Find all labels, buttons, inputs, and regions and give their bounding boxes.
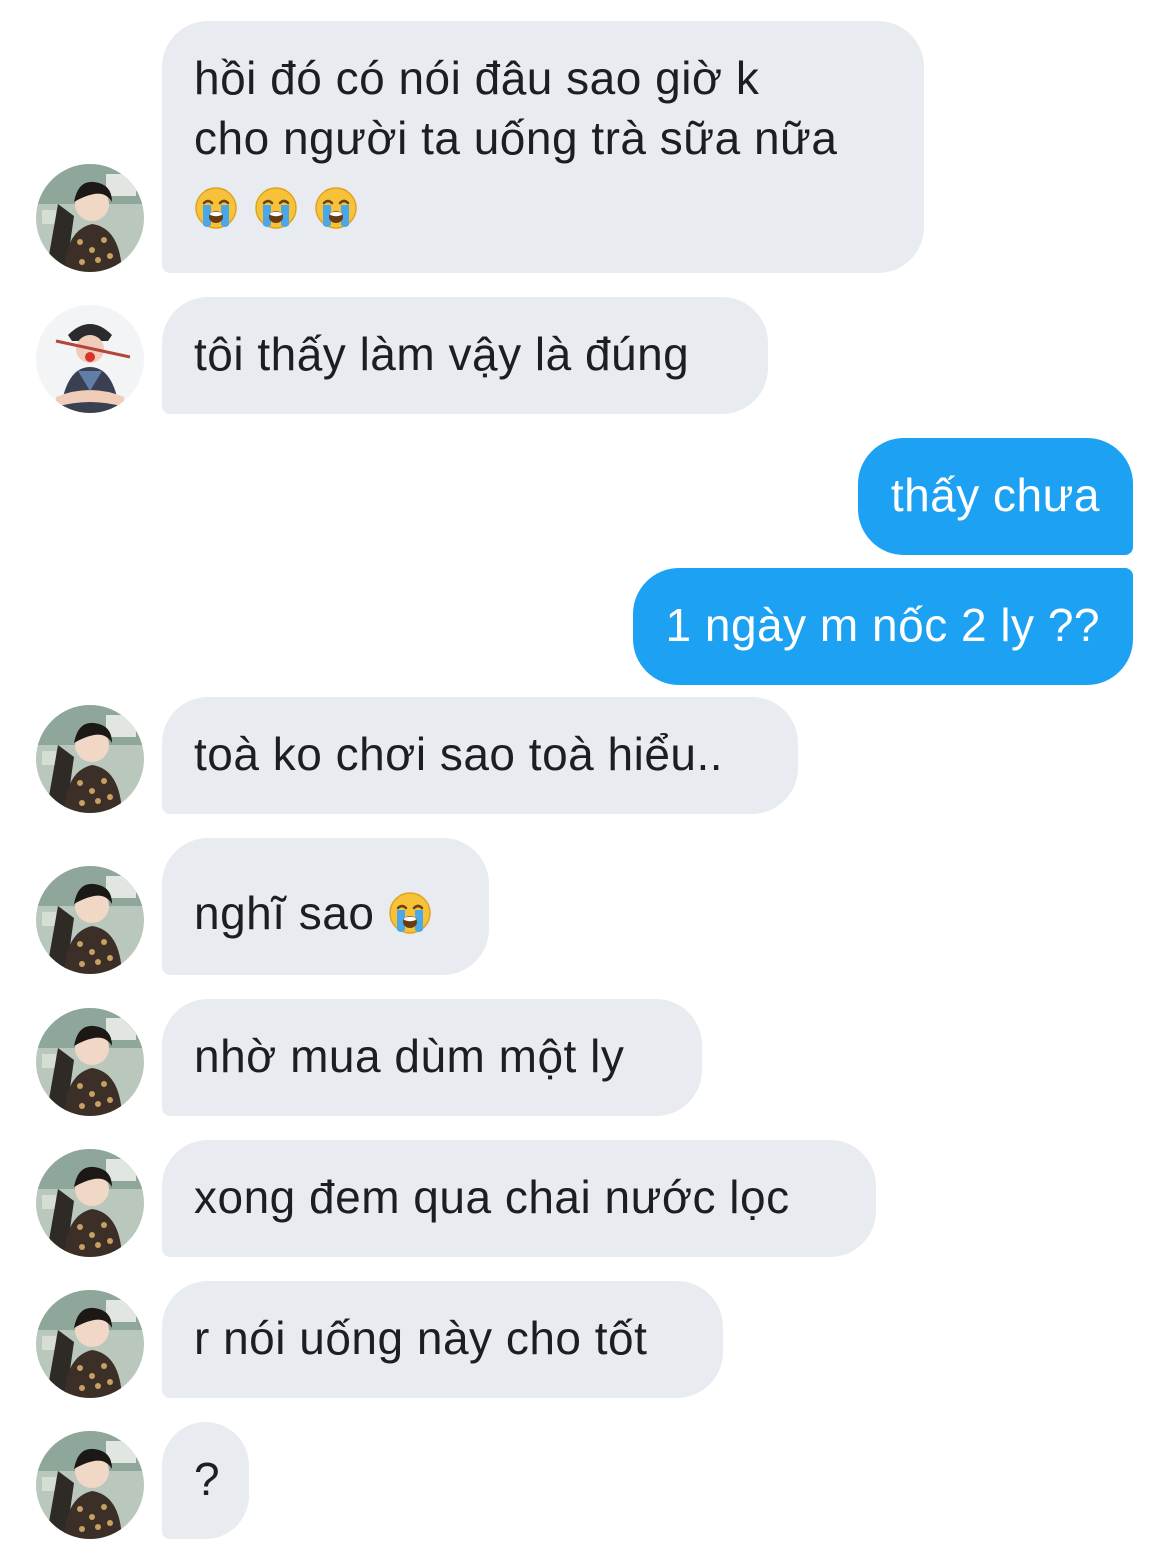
avatar-user-a[interactable]: [36, 1008, 144, 1116]
avatar-image: [36, 1431, 144, 1539]
message-bubble-outgoing[interactable]: 1 ngày m nốc 2 ly ??: [632, 568, 1133, 685]
message-text: 1 ngày m nốc 2 ly ??: [665, 599, 1100, 651]
loudly-crying-face-icon: [314, 186, 358, 230]
avatar-image: [36, 866, 144, 974]
avatar-image: [36, 164, 144, 272]
message-text: toà ko chơi sao toà hiểu..: [194, 728, 724, 780]
message-bubble-outgoing[interactable]: thấy chưa: [857, 438, 1133, 555]
message-text: ?: [194, 1453, 221, 1505]
message-text: xong đem qua chai nước lọc: [194, 1171, 790, 1223]
message-line: cho người ta uống trà sữa nữa: [194, 112, 838, 164]
message-line: hồi đó có nói đâu sao giờ k: [194, 52, 760, 104]
avatar-user-a[interactable]: [36, 164, 144, 272]
avatar-user-a[interactable]: [36, 1431, 144, 1539]
avatar-user-a[interactable]: [36, 705, 144, 813]
message-bubble-incoming[interactable]: ?: [162, 1422, 249, 1539]
message-text: tôi thấy làm vậy là đúng: [194, 328, 690, 380]
avatar-image: [36, 1290, 144, 1398]
avatar-user-a[interactable]: [36, 1290, 144, 1398]
message-bubble-incoming[interactable]: xong đem qua chai nước lọc: [162, 1140, 876, 1257]
avatar-image: [36, 1149, 144, 1257]
message-text: nhờ mua dùm một ly: [194, 1030, 625, 1082]
avatar-image: [36, 705, 144, 813]
message-text: thấy chưa: [890, 469, 1100, 521]
message-bubble-incoming[interactable]: nghĩ sao: [162, 838, 489, 975]
message-bubble-incoming[interactable]: tôi thấy làm vậy là đúng: [162, 297, 768, 414]
message-text: nghĩ sao: [194, 887, 375, 939]
emoji-row: [194, 178, 892, 238]
avatar-user-a[interactable]: [36, 866, 144, 974]
message-bubble-incoming[interactable]: nhờ mua dùm một ly: [162, 999, 702, 1116]
message-text: r nói uống này cho tốt: [194, 1312, 648, 1364]
avatar-image: [36, 1008, 144, 1116]
loudly-crying-face-icon: [194, 186, 238, 230]
avatar-user-a[interactable]: [36, 1149, 144, 1257]
loudly-crying-face-icon: [254, 186, 298, 230]
message-bubble-incoming[interactable]: r nói uống này cho tốt: [162, 1281, 723, 1398]
message-bubble-incoming[interactable]: hồi đó có nói đâu sao giờ k cho người ta…: [162, 21, 924, 273]
avatar-image: [36, 305, 144, 413]
message-bubble-incoming[interactable]: toà ko chơi sao toà hiểu..: [162, 697, 798, 814]
loudly-crying-face-icon: [388, 891, 432, 935]
avatar-user-b[interactable]: [36, 305, 144, 413]
